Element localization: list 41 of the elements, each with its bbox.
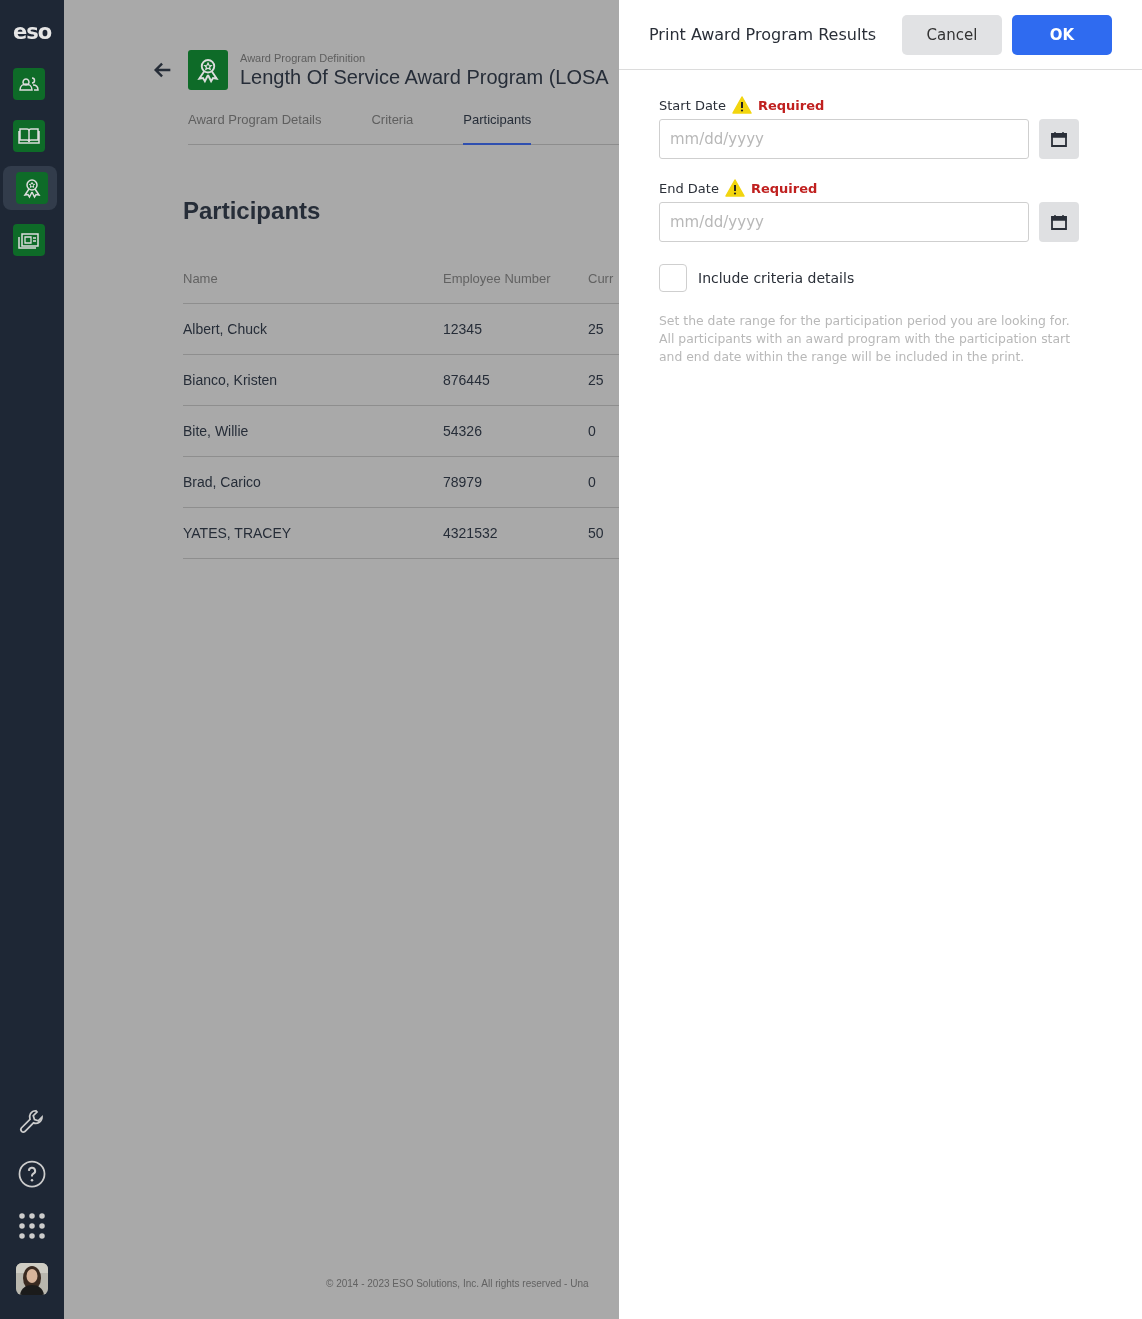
required-text: Required: [750, 180, 818, 196]
table-cell: Brad, Carico: [183, 456, 443, 508]
field-label: Start Date: [659, 97, 726, 113]
warning-icon: [731, 96, 752, 114]
warning-icon: [724, 179, 745, 197]
column-header: Name: [183, 253, 443, 304]
calendar-button[interactable]: [1039, 202, 1079, 242]
date-input-field[interactable]: mm/dd/yyyy: [659, 119, 1029, 159]
table-cell: Albert, Chuck: [183, 303, 443, 355]
page-subtitle: Award Program Definition: [240, 51, 367, 65]
cancel-button[interactable]: Cancel: [902, 14, 1002, 55]
table-cell: 78979: [443, 456, 588, 508]
checkbox[interactable]: [659, 264, 687, 292]
ok-button[interactable]: OK: [1012, 14, 1112, 55]
nav-item[interactable]: [3, 166, 57, 210]
drawer-title: Print Award Program Results: [649, 25, 877, 44]
table-cell: 12345: [443, 303, 588, 355]
table-cell: 876445: [443, 354, 588, 406]
required-text: Required: [757, 97, 825, 113]
table-cell: 4321532: [443, 507, 588, 559]
column-header: Employee Number: [443, 253, 588, 304]
help-text: Set the date range for the participation period you are looking for. All participants with an award program with the participation start and end date within the range will be included in the print.: [659, 312, 1071, 366]
page-title: Length Of Service Award Program (LOSA: [240, 65, 609, 89]
checkbox-label: Include criteria details: [698, 270, 855, 286]
calendar-button[interactable]: [1039, 119, 1079, 159]
tab[interactable]: Award Program Details: [188, 112, 322, 145]
tab[interactable]: Criteria: [371, 112, 414, 145]
date-input-field[interactable]: mm/dd/yyyy: [659, 202, 1029, 242]
help-icon[interactable]: [17, 1159, 47, 1189]
table-cell: YATES, TRACEY: [183, 507, 443, 559]
apps-grid-icon[interactable]: [17, 1211, 47, 1241]
table-cell: Bianco, Kristen: [183, 354, 443, 406]
copyright-text: © 2014 - 2023 ESO Solutions, Inc. All rights reserved - Una: [326, 1278, 590, 1289]
section-heading: Participants: [183, 197, 322, 225]
calendar-icon: [1051, 131, 1067, 147]
table-cell: 54326: [443, 405, 588, 457]
field-label: End Date: [659, 180, 719, 196]
logo: eso: [12, 20, 52, 44]
calendar-icon: [1051, 214, 1067, 230]
tab[interactable]: Participants: [463, 112, 532, 145]
table-cell: Bite, Willie: [183, 405, 443, 457]
